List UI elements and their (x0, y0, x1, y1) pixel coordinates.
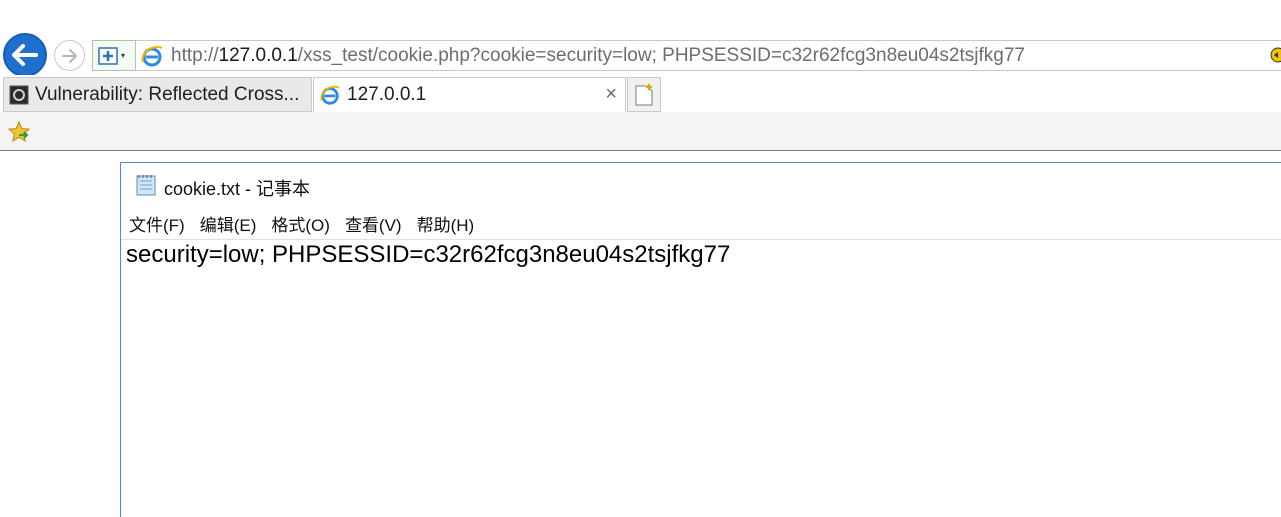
menu-help[interactable]: 帮助(H) (417, 211, 475, 236)
tab-label: Vulnerability: Reflected Cross... (35, 83, 300, 105)
address-input[interactable]: http://127.0.0.1/xss_test/cookie.php?coo… (136, 40, 1281, 71)
security-status-icon[interactable] (1263, 45, 1281, 70)
menu-format[interactable]: 格式(O) (271, 211, 330, 236)
address-text[interactable]: http://127.0.0.1/xss_test/cookie.php?coo… (171, 45, 1025, 67)
dvwa-icon (9, 85, 29, 104)
favorites-bar (0, 112, 1281, 151)
arrow-left-icon (12, 44, 38, 66)
url-host: 127.0.0.1 (218, 45, 298, 66)
notepad-text-area[interactable]: security=low; PHPSESSID=c32r62fcg3n8eu04… (126, 241, 730, 269)
ie-icon (320, 85, 340, 105)
new-tab-icon (635, 83, 653, 105)
compatibility-icon (98, 46, 118, 65)
notepad-title: cookie.txt - 记事本 (164, 179, 311, 199)
compatibility-view-button[interactable]: ▾ (92, 40, 136, 71)
notepad-icon (134, 173, 158, 202)
menu-view[interactable]: 查看(V) (345, 211, 402, 236)
new-tab-button[interactable] (627, 77, 661, 112)
tab-label: 127.0.0.1 (347, 84, 427, 105)
notepad-window: cookie.txt - 记事本 文件(F) 编辑(E) 格式(O) 查看(V)… (120, 162, 1281, 517)
url-prefix: http:// (171, 45, 219, 66)
back-button[interactable] (3, 33, 47, 77)
add-favorite-icon[interactable] (7, 120, 31, 149)
menu-edit[interactable]: 编辑(E) (200, 211, 257, 236)
tab-vulnerability[interactable]: Vulnerability: Reflected Cross... (3, 77, 312, 112)
arrow-right-icon (61, 48, 77, 63)
menu-file[interactable]: 文件(F) (129, 211, 185, 236)
chevron-down-icon[interactable]: ▾ (121, 51, 125, 60)
tab-localhost[interactable]: 127.0.0.1 × (313, 77, 626, 112)
ie-page-icon (140, 44, 164, 73)
notepad-titlebar[interactable]: cookie.txt - 记事本 (121, 163, 1281, 207)
notepad-menubar: 文件(F) 编辑(E) 格式(O) 查看(V) 帮助(H) (121, 207, 1281, 240)
close-icon[interactable]: × (605, 83, 617, 106)
url-path: /xss_test/cookie.php?cookie=security=low… (297, 45, 1025, 66)
tab-strip: Vulnerability: Reflected Cross... 127.0.… (0, 75, 1281, 112)
address-bar-row: ▾ http://127.0.0.1/xss_test/cookie.php?c… (0, 0, 1281, 77)
forward-button[interactable] (54, 40, 85, 71)
